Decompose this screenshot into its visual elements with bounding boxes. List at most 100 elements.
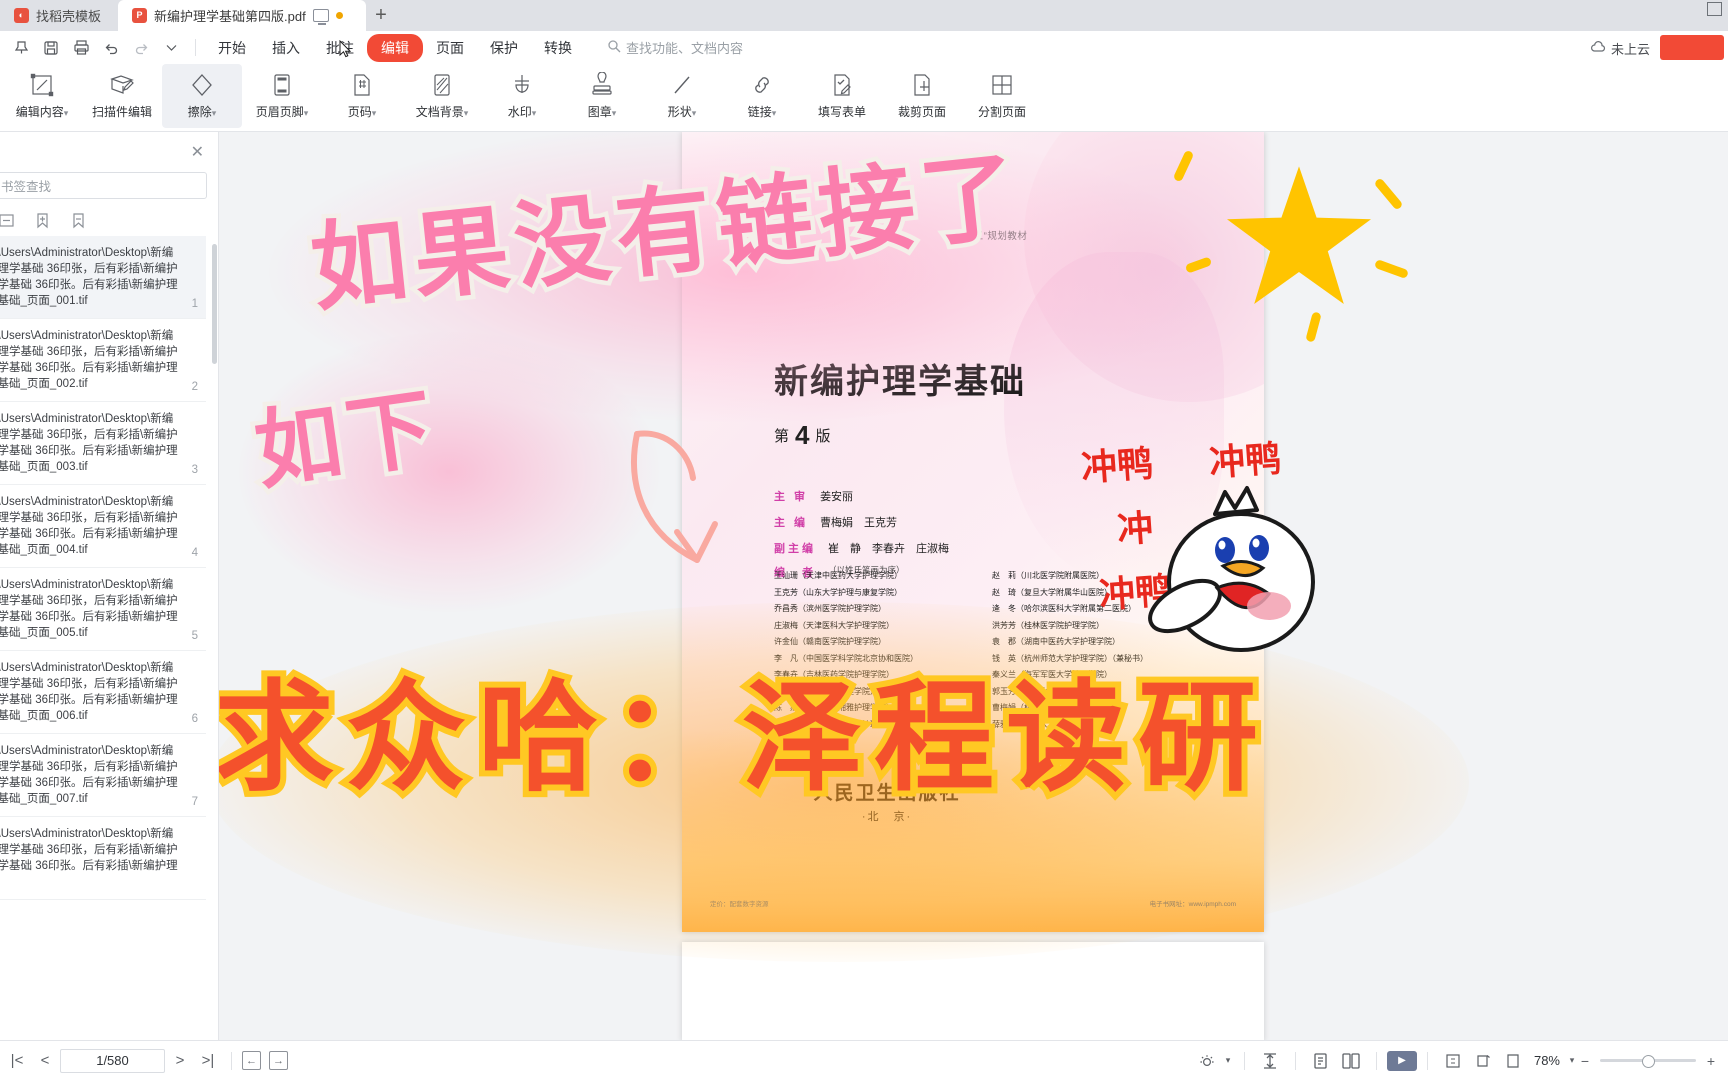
- print-icon[interactable]: [68, 35, 94, 61]
- tab-daoke-template[interactable]: ◐ 找稻壳模板: [0, 0, 118, 31]
- bookmark-search-input[interactable]: 书签查找: [0, 172, 207, 199]
- zoom-caret-icon[interactable]: ▾: [1566, 1048, 1578, 1074]
- list-item[interactable]: C:\Users\Administrator\Desktop\新编护理学基础 3…: [0, 485, 206, 568]
- ribbon-edit-content[interactable]: 编辑内容▾: [2, 64, 82, 128]
- edit-content-icon: [29, 70, 55, 100]
- list-item[interactable]: C:\Users\Administrator\Desktop\新编护理学基础 3…: [0, 817, 206, 900]
- ribbon-shape[interactable]: 形状▾: [642, 64, 722, 128]
- fit-height-icon[interactable]: [1255, 1048, 1285, 1074]
- edition-prefix: 第: [774, 428, 790, 445]
- zoom-out-button[interactable]: −: [1578, 1053, 1592, 1069]
- save-icon[interactable]: [38, 35, 64, 61]
- list-item[interactable]: C:\Users\Administrator\Desktop\新编护理学基础 3…: [0, 402, 206, 485]
- collapse-all-icon[interactable]: [0, 212, 16, 230]
- zoom-level-label[interactable]: 78%: [1534, 1053, 1560, 1068]
- menu-bar: 开始 插入 批注 编辑 页面 保护 转换 查找功能、文档内容 未上云: [0, 31, 1728, 64]
- first-page-button[interactable]: |<: [4, 1048, 30, 1074]
- ribbon-scan-edit[interactable]: 扫描件编辑: [82, 64, 162, 128]
- presentation-icon[interactable]: ▶: [1386, 1050, 1417, 1071]
- author-entry: 薛雅卓（北京大学护理学院）: [992, 719, 1096, 729]
- bookmark-list[interactable]: C:\Users\Administrator\Desktop\新编护理学基础 3…: [0, 236, 219, 1040]
- annotation-pink-text-2: 如下: [245, 373, 450, 507]
- fit-page-icon[interactable]: [1438, 1048, 1468, 1074]
- pin-icon[interactable]: [8, 35, 34, 61]
- author-entry: 赵 莉（川北医学院附属医院）: [992, 571, 1104, 580]
- prev-page-button[interactable]: <: [32, 1048, 58, 1074]
- publisher-city: ·北 京·: [861, 811, 913, 823]
- list-item[interactable]: C:\Users\Administrator\Desktop\新编护理学基础 3…: [0, 319, 206, 402]
- customize-toolbar-icon[interactable]: [158, 35, 184, 61]
- cloud-status[interactable]: 未上云: [1590, 39, 1650, 58]
- pink-glow-2: [239, 332, 659, 612]
- author-entry: 张 艳（郑州大学护理学院）: [774, 686, 878, 696]
- single-page-icon[interactable]: [1306, 1048, 1336, 1074]
- rotate-icon[interactable]: [1468, 1048, 1498, 1074]
- credit-role: 主 编: [774, 517, 809, 529]
- prev-view-button[interactable]: ←: [242, 1051, 261, 1070]
- document-viewport[interactable]: “十四五”规划教材 新编护理学基础 第 4 版 主 审 姜安丽 主 编 曹梅娟 …: [219, 132, 1728, 1040]
- ribbon-watermark[interactable]: 水印▾: [482, 64, 562, 128]
- ribbon-crop-page[interactable]: 裁剪页面: [882, 64, 962, 128]
- menu-item-insert[interactable]: 插入: [259, 34, 313, 62]
- ribbon-stamp[interactable]: 图章▾: [562, 64, 642, 128]
- menu-item-convert[interactable]: 转换: [531, 34, 585, 62]
- page-indicator-input[interactable]: 1/580: [60, 1048, 165, 1073]
- list-item[interactable]: C:\Users\Administrator\Desktop\新编护理学基础 3…: [0, 236, 206, 319]
- facing-pages-icon[interactable]: [1336, 1048, 1366, 1074]
- ribbon-header-footer[interactable]: 页眉页脚▾: [242, 64, 322, 128]
- last-page-button[interactable]: >|: [195, 1048, 221, 1074]
- sparkle-icon: [1373, 177, 1404, 211]
- list-item[interactable]: C:\Users\Administrator\Desktop\新编护理学基础 3…: [0, 568, 206, 651]
- maximize-button[interactable]: [1707, 2, 1722, 16]
- zoom-slider[interactable]: [1600, 1055, 1696, 1068]
- author-entry: 秦义兰（海军军医大学护理学院）: [992, 670, 1112, 679]
- eye-protect-icon[interactable]: [1192, 1048, 1222, 1074]
- search-input[interactable]: 查找功能、文档内容: [607, 38, 743, 57]
- bookmark-page-number: 6: [191, 713, 198, 725]
- author-entry: 郭玉芳（山东大学护理与康复学院）: [992, 686, 1120, 696]
- next-page-button[interactable]: >: [167, 1048, 193, 1074]
- ribbon-link[interactable]: 链接▾: [722, 64, 802, 128]
- sidebar-scrollbar[interactable]: [212, 244, 217, 364]
- crop-page-icon: [909, 70, 935, 100]
- ribbon-document-background[interactable]: 文档背景▾: [402, 64, 482, 128]
- menu-item-page[interactable]: 页面: [423, 34, 477, 62]
- bookmark-path: C:\Users\Administrator\Desktop\新编护理学基础 3…: [0, 579, 178, 639]
- ribbon-split-page[interactable]: 分割页面: [962, 64, 1042, 128]
- bookmark-sidebar: ✕ 书签查找 C:\Users\Administrator\Desktop\新编…: [0, 132, 219, 1040]
- add-bookmark-icon[interactable]: [34, 212, 52, 230]
- next-view-button[interactable]: →: [269, 1051, 288, 1070]
- author-entry: 崔 静（苏州大学医学部护理学院）: [774, 719, 902, 729]
- split-page-icon: [989, 70, 1015, 100]
- credit-role: 主 审: [774, 491, 809, 503]
- ribbon-page-number[interactable]: 页码▾: [322, 64, 402, 128]
- share-button[interactable]: [1660, 35, 1724, 60]
- ribbon-eraser[interactable]: 擦除▾: [162, 64, 242, 128]
- page-footer-right: 电子书网址：www.ipmph.com: [1149, 901, 1236, 908]
- shape-icon: [669, 70, 695, 100]
- list-item[interactable]: C:\Users\Administrator\Desktop\新编护理学基础 3…: [0, 651, 206, 734]
- bookmark-page-number: 3: [191, 464, 198, 476]
- ribbon-toolbar: 编辑内容▾ 扫描件编辑 擦除▾ 页眉页脚▾ 页码▾ 文档背景▾ 水印▾ 图章▾ …: [0, 64, 1728, 132]
- tab-pdf-document[interactable]: P 新编护理学基础第四版.pdf: [118, 0, 366, 31]
- header-footer-icon: [269, 70, 295, 100]
- menu-item-protect[interactable]: 保护: [477, 34, 531, 62]
- cast-icon[interactable]: [312, 9, 329, 25]
- wps-pdf-window: ◐ 找稻壳模板 P 新编护理学基础第四版.pdf + 开始 插入 编辑 页面 保…: [0, 0, 1728, 1080]
- caret-down-icon[interactable]: ▾: [1222, 1048, 1234, 1074]
- close-icon[interactable]: ✕: [191, 142, 204, 162]
- fit-width-icon[interactable]: [1498, 1048, 1528, 1074]
- ribbon-fill-form[interactable]: 填写表单: [802, 64, 882, 128]
- list-item[interactable]: C:\Users\Administrator\Desktop\新编护理学基础 3…: [0, 734, 206, 817]
- window-controls: [1707, 2, 1722, 16]
- zoom-in-button[interactable]: +: [1704, 1053, 1718, 1069]
- menu-item-edit[interactable]: 编辑: [367, 33, 423, 62]
- status-bar: |< < 1/580 > >| ← → ▾ ▶ 78% ▾ − +: [0, 1040, 1728, 1080]
- tab-label: 找稻壳模板: [36, 9, 102, 24]
- page-footer-left: 定价：配套数字资源: [710, 901, 769, 908]
- new-tab-button[interactable]: +: [366, 0, 396, 31]
- undo-icon[interactable]: [98, 35, 124, 61]
- menu-item-start[interactable]: 开始: [205, 34, 259, 62]
- remove-bookmark-icon[interactable]: [70, 212, 88, 230]
- redo-icon[interactable]: [128, 35, 154, 61]
